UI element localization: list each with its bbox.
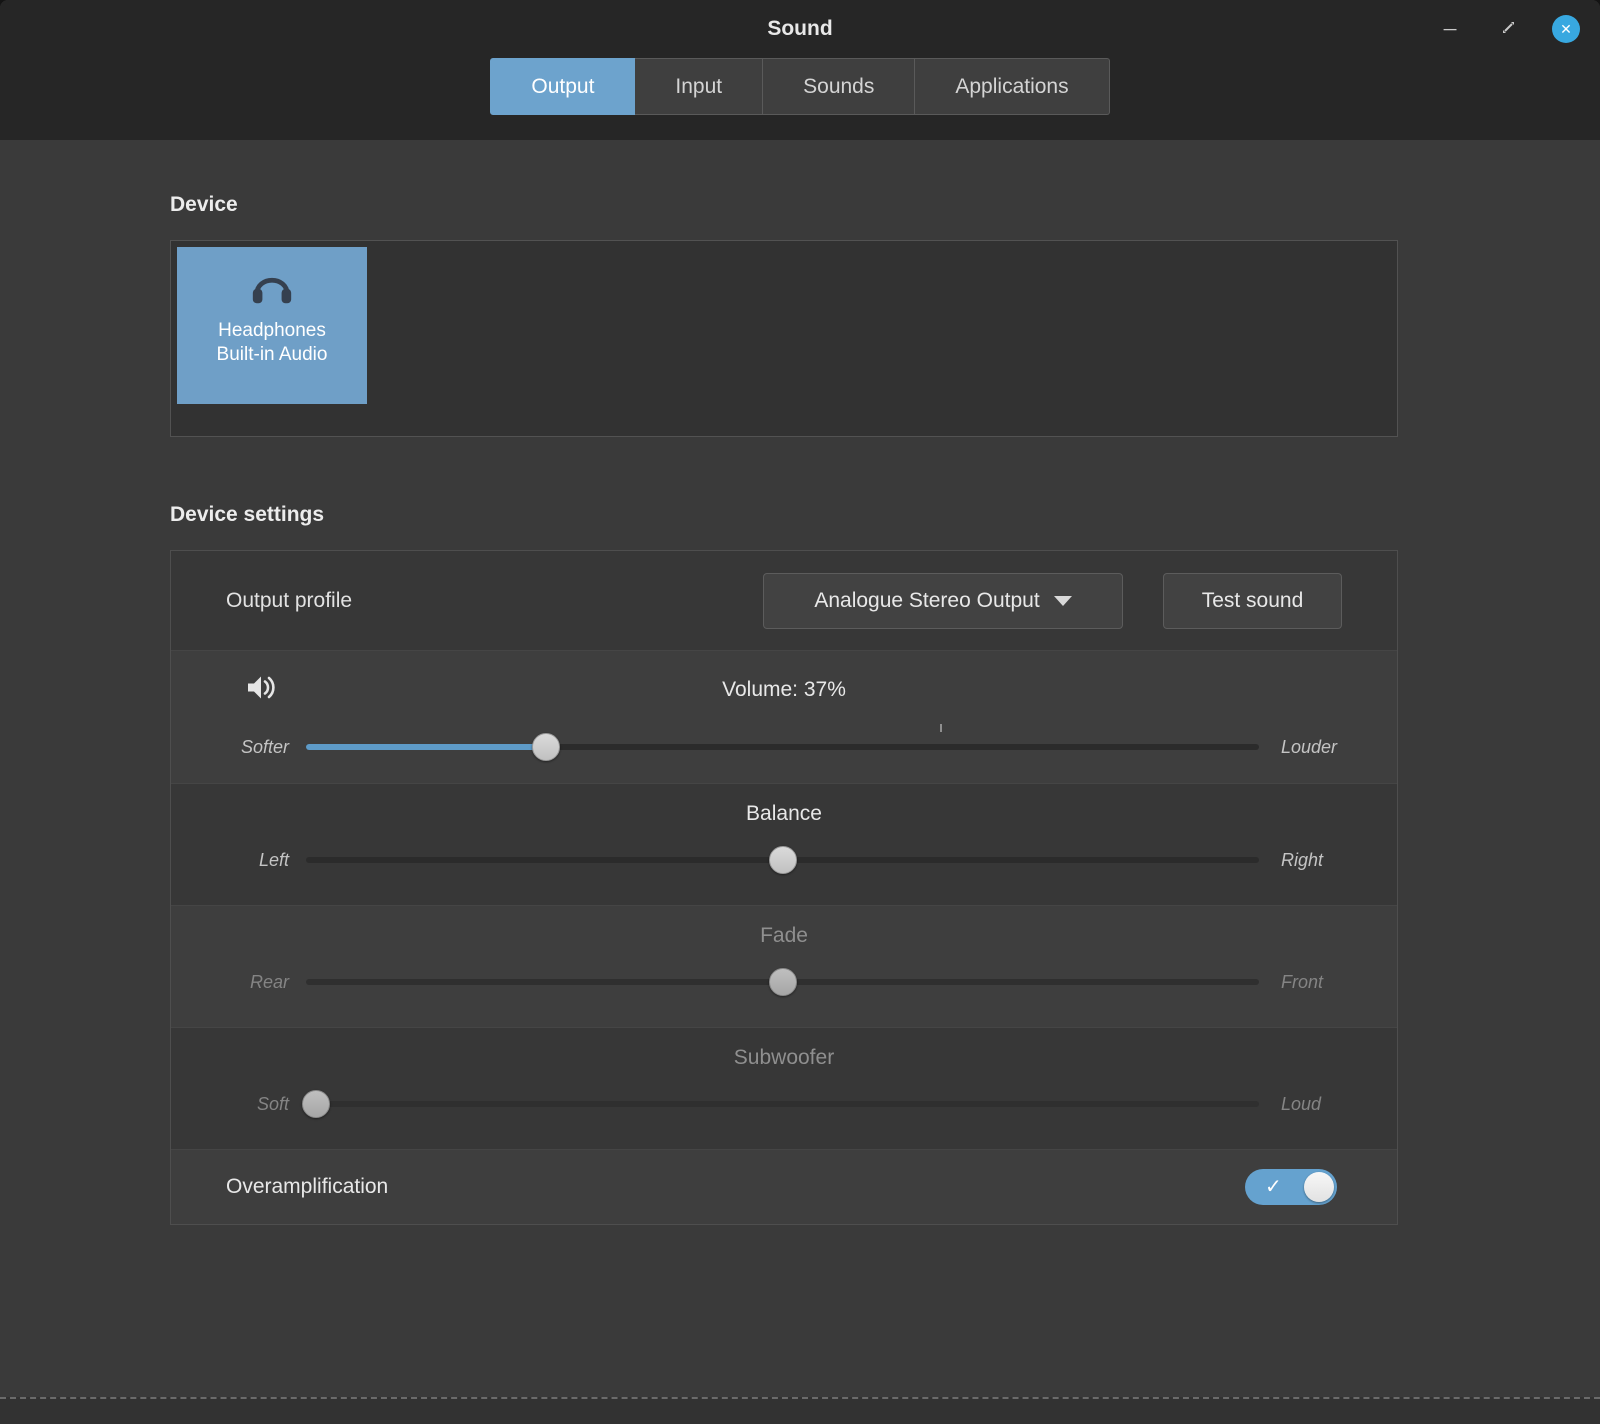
subwoofer-slider-handle bbox=[301, 1090, 330, 1118]
device-section-heading: Device bbox=[170, 193, 238, 216]
main-content: Device Headphones Built-in Audio Device … bbox=[0, 192, 1600, 1225]
subwoofer-row: Subwoofer Soft Loud bbox=[171, 1027, 1397, 1149]
balance-row: Balance Left Right bbox=[171, 783, 1397, 905]
volume-slider-fill bbox=[306, 744, 547, 750]
device-tile-headphones[interactable]: Headphones Built-in Audio bbox=[177, 247, 367, 404]
volume-softer-label: Softer bbox=[240, 736, 289, 757]
tab-sounds[interactable]: Sounds bbox=[763, 58, 916, 115]
subwoofer-slider-track bbox=[306, 1101, 1259, 1107]
fade-row: Fade Rear Front bbox=[171, 905, 1397, 1027]
volume-slider[interactable] bbox=[306, 724, 1259, 761]
volume-caption: Volume: 37% bbox=[722, 678, 846, 701]
window-title: Sound bbox=[767, 17, 833, 40]
minimize-icon: ─ bbox=[1443, 18, 1457, 39]
sound-settings-window: Sound ─ ✕ Output Input Sounds Applicatio… bbox=[0, 0, 1600, 1424]
device-settings-panel: Output profile Analogue Stereo Output Te… bbox=[170, 550, 1398, 1225]
fade-rear-label: Rear bbox=[249, 971, 289, 992]
overamplification-toggle[interactable]: ✓ bbox=[1245, 1169, 1337, 1205]
device-list: Headphones Built-in Audio bbox=[170, 240, 1398, 437]
volume-louder-label: Louder bbox=[1281, 736, 1338, 757]
bottom-edge-divider bbox=[0, 1397, 1600, 1424]
fade-slider bbox=[306, 968, 1259, 996]
titlebar[interactable]: Sound ─ ✕ bbox=[0, 0, 1600, 58]
toggle-knob[interactable] bbox=[1304, 1172, 1334, 1202]
close-button[interactable]: ✕ bbox=[1552, 15, 1580, 43]
device-settings-heading: Device settings bbox=[170, 503, 325, 526]
tab-bar: Output Input Sounds Applications bbox=[0, 58, 1600, 115]
overamplification-label: Overamplification bbox=[226, 1175, 389, 1198]
speaker-volume-icon bbox=[246, 674, 278, 707]
output-profile-label: Output profile bbox=[226, 588, 353, 612]
volume-slider-track[interactable] bbox=[306, 744, 1259, 750]
check-icon: ✓ bbox=[1265, 1176, 1282, 1198]
subwoofer-caption: Subwoofer bbox=[733, 1046, 835, 1069]
window-controls: ─ ✕ bbox=[1436, 0, 1580, 58]
volume-row: Volume: 37% Softer Louder bbox=[171, 650, 1397, 783]
fade-caption: Fade bbox=[760, 924, 808, 947]
balance-slider-handle[interactable] bbox=[768, 846, 797, 874]
device-name: Headphones Built-in Audio bbox=[216, 320, 328, 365]
overamplification-row: Overamplification ✓ bbox=[171, 1149, 1397, 1224]
output-profile-selected-value: Analogue Stereo Output bbox=[814, 588, 1040, 612]
balance-slider[interactable] bbox=[306, 846, 1259, 874]
volume-slider-handle[interactable] bbox=[532, 733, 561, 761]
output-profile-dropdown[interactable]: Analogue Stereo Output bbox=[763, 572, 1123, 629]
window-header: Sound ─ ✕ Output Input Sounds Applicatio… bbox=[0, 0, 1600, 140]
tab-applications[interactable]: Applications bbox=[915, 58, 1110, 115]
subwoofer-soft-label: Soft bbox=[256, 1093, 289, 1114]
close-icon: ✕ bbox=[1560, 20, 1572, 37]
restore-button[interactable] bbox=[1494, 15, 1522, 43]
chevron-down-icon bbox=[1053, 595, 1072, 606]
subwoofer-slider bbox=[301, 1090, 1259, 1118]
headphones-icon bbox=[249, 265, 295, 312]
volume-100-percent-marker bbox=[939, 724, 942, 732]
fade-front-label: Front bbox=[1281, 971, 1324, 992]
balance-caption: Balance bbox=[746, 802, 822, 825]
balance-right-label: Right bbox=[1281, 849, 1324, 870]
minimize-button[interactable]: ─ bbox=[1436, 15, 1464, 43]
balance-left-label: Left bbox=[258, 849, 289, 870]
output-profile-row: Output profile Analogue Stereo Output Te… bbox=[171, 551, 1397, 650]
tab-input[interactable]: Input bbox=[635, 58, 764, 115]
test-sound-button[interactable]: Test sound bbox=[1163, 572, 1342, 629]
tab-output[interactable]: Output bbox=[490, 58, 636, 115]
fade-slider-handle bbox=[768, 968, 797, 996]
restore-icon bbox=[1501, 19, 1516, 40]
subwoofer-loud-label: Loud bbox=[1281, 1093, 1322, 1114]
